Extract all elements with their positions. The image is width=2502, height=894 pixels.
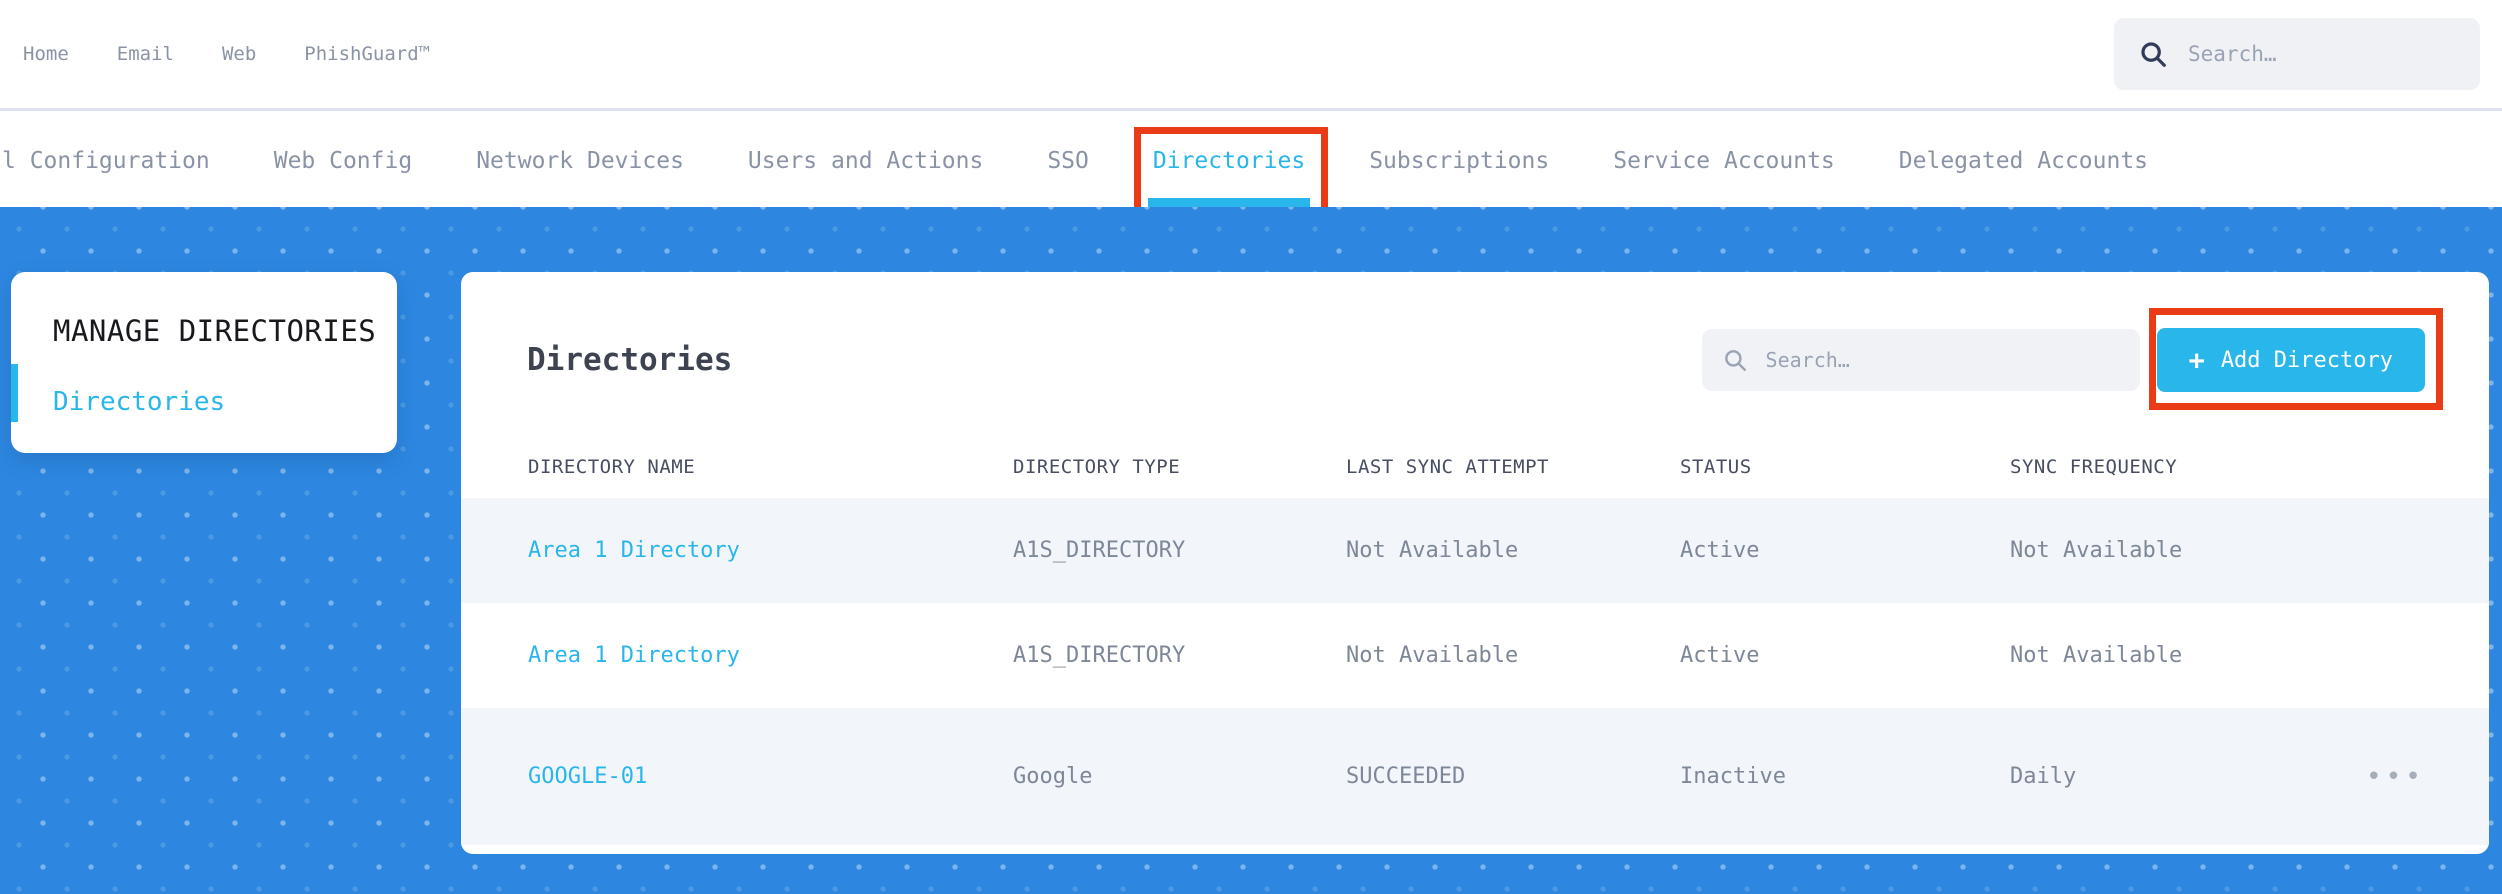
add-directory-button[interactable]: + Add Directory <box>2156 328 2425 392</box>
nav-item-email[interactable]: Email <box>117 43 174 65</box>
tab-web-config[interactable]: Web Config <box>274 114 412 207</box>
plus-icon: + <box>2188 344 2205 376</box>
directories-search-input[interactable] <box>1763 347 2120 373</box>
top-nav: Home Email Web PhishGuard™ <box>0 0 2502 111</box>
tab-service-accounts[interactable]: Service Accounts <box>1613 114 1835 207</box>
status-cell: Active <box>1680 538 1760 563</box>
panel-header: Directories + Add Directory <box>461 272 2489 436</box>
nav-item-home[interactable]: Home <box>23 43 69 65</box>
sync-frequency-cell: Not Available <box>2010 538 2183 563</box>
nav-item-phishguard[interactable]: PhishGuard™ <box>304 43 430 65</box>
column-last-sync-attempt: LAST SYNC ATTEMPT <box>1346 456 1549 478</box>
sync-frequency-cell: Not Available <box>2010 643 2183 668</box>
table-row: Area 1 Directory A1S_DIRECTORY Not Avail… <box>461 498 2489 603</box>
global-search-input[interactable] <box>2186 41 2456 67</box>
column-sync-frequency: SYNC FREQUENCY <box>2010 456 2178 478</box>
directory-type-cell: A1S_DIRECTORY <box>1013 538 1186 563</box>
directory-type-cell: A1S_DIRECTORY <box>1013 643 1186 668</box>
last-sync-cell: Not Available <box>1346 643 1519 668</box>
directory-name-link[interactable]: GOOGLE-01 <box>528 764 1013 789</box>
directory-name-link[interactable]: Area 1 Directory <box>528 643 1013 668</box>
sidebar-active-indicator <box>11 364 18 422</box>
manage-directories-card: MANAGE DIRECTORIES Directories <box>11 272 397 453</box>
tab-network-devices[interactable]: Network Devices <box>476 114 684 207</box>
sync-frequency-cell: Daily <box>2010 764 2077 789</box>
tab-delegated-accounts[interactable]: Delegated Accounts <box>1899 114 2148 207</box>
directories-panel: Directories + Add Directory DIRECTORY NA… <box>461 272 2489 854</box>
tab-directories-label: Directories <box>1152 147 1306 174</box>
table-row: GOOGLE-01 Google SUCCEEDED Inactive Dail… <box>461 708 2489 845</box>
column-directory-type: DIRECTORY TYPE <box>1013 456 1181 478</box>
tab-sso[interactable]: SSO <box>1047 114 1089 207</box>
table-header: DIRECTORY NAME DIRECTORY TYPE LAST SYNC … <box>461 436 2489 498</box>
last-sync-cell: Not Available <box>1346 538 1519 563</box>
sidebar-item-directories[interactable]: Directories <box>53 387 363 417</box>
column-directory-name: DIRECTORY NAME <box>528 456 696 478</box>
directory-type-cell: Google <box>1013 764 1093 789</box>
nav-item-web[interactable]: Web <box>222 43 256 65</box>
active-tab-underline <box>1147 198 1311 207</box>
tab-directories[interactable]: Directories <box>1133 114 1329 223</box>
last-sync-cell: SUCCEEDED <box>1346 764 1466 789</box>
directories-search[interactable] <box>1701 329 2140 391</box>
tab-subscriptions[interactable]: Subscriptions <box>1369 114 1549 207</box>
page-title: Directories <box>527 342 733 378</box>
ellipsis-icon[interactable]: ••• <box>2366 764 2489 790</box>
table-row: Area 1 Directory A1S_DIRECTORY Not Avail… <box>461 603 2489 708</box>
column-status: STATUS <box>1680 456 1752 478</box>
status-cell: Active <box>1680 643 1760 668</box>
directory-name-link[interactable]: Area 1 Directory <box>528 538 1013 563</box>
tab-email-configuration[interactable]: l Configuration <box>2 114 210 207</box>
add-directory-wrap: + Add Directory <box>2148 308 2443 410</box>
tab-bar: l Configuration Web Config Network Devic… <box>0 114 2502 223</box>
global-search[interactable] <box>2114 18 2480 90</box>
add-directory-label: Add Directory <box>2220 347 2393 373</box>
status-cell: Inactive <box>1680 764 1786 789</box>
tab-users-and-actions[interactable]: Users and Actions <box>748 114 983 207</box>
top-nav-items: Home Email Web PhishGuard™ <box>23 43 430 65</box>
search-icon <box>1722 347 1748 373</box>
search-icon <box>2138 39 2168 69</box>
side-card-heading: MANAGE DIRECTORIES <box>53 314 377 348</box>
